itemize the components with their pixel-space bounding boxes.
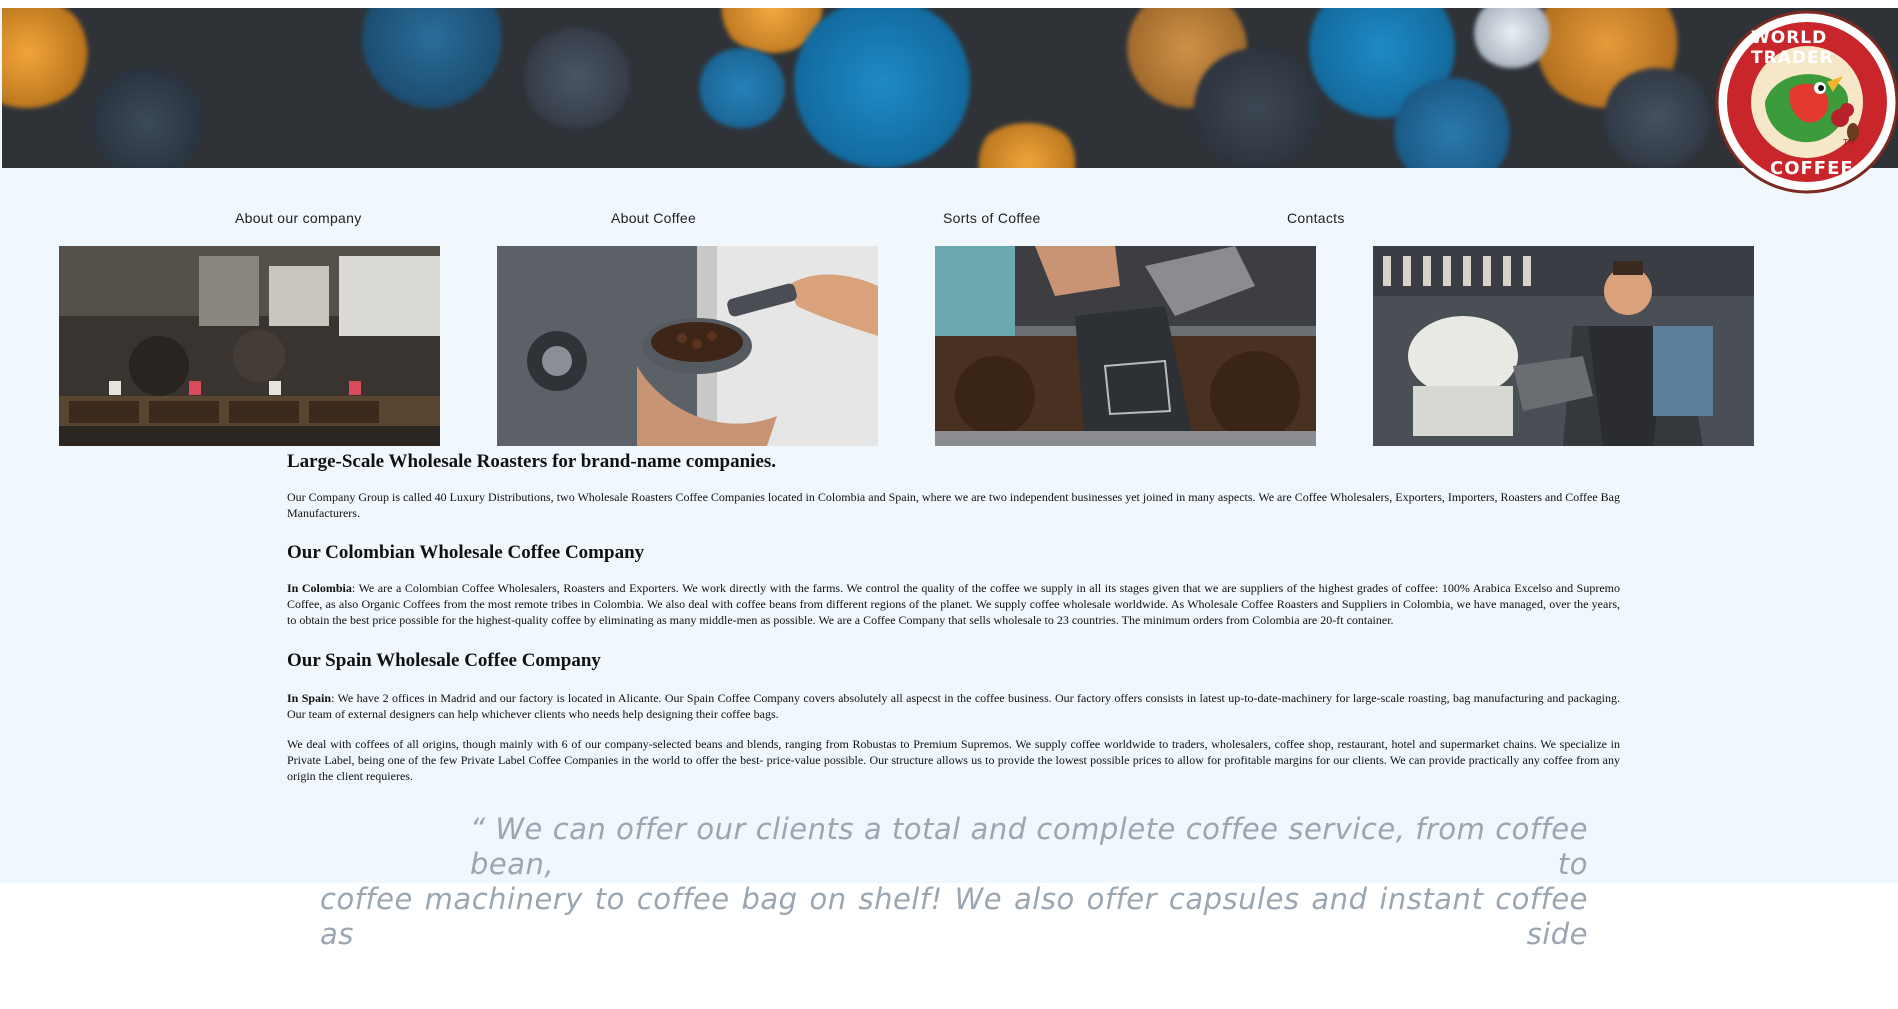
spain-text: : We have 2 offices in Madrid and our fa… [287, 691, 1620, 721]
bokeh-light [697, 48, 787, 128]
bokeh-light [1192, 48, 1322, 168]
bokeh-light [1602, 68, 1712, 168]
bokeh-light [2, 8, 92, 108]
coffee-bag-photo-icon [935, 246, 1316, 446]
coffee-beans-scoop-photo[interactable] [497, 246, 878, 446]
nav-contacts[interactable]: Contacts [1287, 210, 1345, 226]
top-strip [0, 0, 1898, 8]
barista-photo-icon [1373, 246, 1754, 446]
quote-line-2: coffee machinery to coffee bag on shelf!… [320, 882, 1588, 951]
lead-in-spain: In Spain [287, 691, 332, 705]
bokeh-light [792, 8, 972, 168]
bokeh-light [522, 28, 632, 128]
section-title-spain: Our Spain Wholesale Coffee Company [287, 650, 601, 671]
quote-line-1: “ We can offer our clients a total and c… [470, 812, 1588, 881]
section-body-colombia: In Colombia: We are a Colombian Coffee W… [287, 580, 1620, 628]
coffee-shop-photo-icon [59, 246, 440, 446]
header-banner [2, 8, 1898, 168]
barista-scale-photo[interactable] [1373, 246, 1754, 446]
nav-sorts-of-coffee[interactable]: Sorts of Coffee [943, 210, 1041, 226]
section-body-origins: We deal with coffees of all origins, tho… [287, 737, 1620, 783]
section-title-colombian: Our Colombian Wholesale Coffee Company [287, 542, 645, 563]
section-body-company-group: Our Company Group is called 40 Luxury Di… [287, 490, 1620, 520]
nav-about-coffee[interactable]: About Coffee [611, 210, 696, 226]
bokeh-light [362, 8, 502, 108]
coffee-bag-filling-photo[interactable] [935, 246, 1316, 446]
main-navigation: About our company About Coffee Sorts of … [0, 210, 1898, 230]
lead-in-colombia: In Colombia [287, 581, 352, 595]
bokeh-light [972, 123, 1082, 168]
logo-text-bottom: COFFEE [1770, 158, 1854, 179]
section-body-spain: In Spain: We have 2 offices in Madrid an… [287, 690, 1620, 722]
main-content: Large-Scale Wholesale Roasters for brand… [287, 450, 1620, 784]
logo-text-top: WORLD TRADER [1751, 28, 1834, 68]
world-trader-coffee-logo[interactable]: WORLD TRADER COFFEE TM [1715, 10, 1898, 194]
coffee-scoop-photo-icon [497, 246, 878, 446]
service-quote: “ We can offer our clients a total and c… [320, 812, 1588, 952]
section-title-wholesale-roasters: Large-Scale Wholesale Roasters for brand… [287, 451, 777, 472]
coffee-shop-bins-photo[interactable] [59, 246, 440, 446]
colombia-text: : We are a Colombian Coffee Wholesalers,… [287, 581, 1620, 627]
nav-about-company[interactable]: About our company [235, 210, 362, 226]
logo-trademark: TM [1843, 138, 1855, 147]
bokeh-light [92, 68, 202, 168]
